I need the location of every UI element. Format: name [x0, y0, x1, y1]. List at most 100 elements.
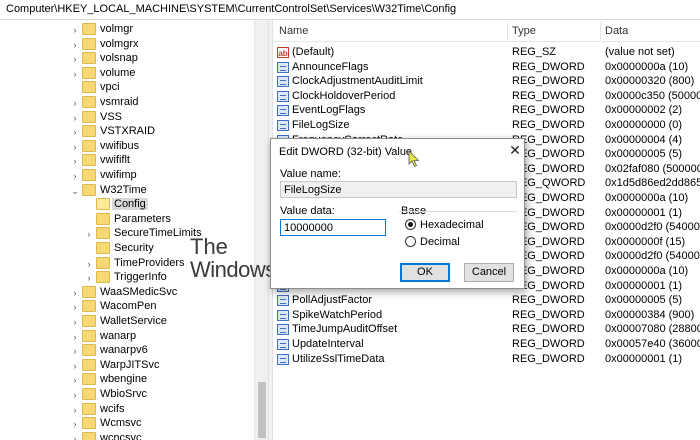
value-data: 0x00057e40 (360000) — [605, 338, 700, 350]
value-row[interactable]: ab (Default) REG_SZ (value not set) — [273, 45, 700, 60]
tree-item-label: vwifimp — [100, 169, 137, 181]
chevron-right-icon[interactable]: › — [70, 69, 80, 79]
value-type: REG_DWORD — [512, 89, 585, 102]
chevron-right-icon[interactable]: › — [70, 361, 80, 371]
tree-item-label: WaaSMedicSvc — [100, 285, 178, 298]
ok-button[interactable]: OK — [400, 263, 450, 282]
dword-value-icon — [277, 105, 289, 117]
folder-icon — [82, 154, 96, 167]
address-bar[interactable]: Computer\HKEY_LOCAL_MACHINE\SYSTEM\Curre… — [0, 0, 700, 20]
chevron-right-icon[interactable]: › — [84, 229, 94, 239]
folder-icon — [96, 242, 110, 254]
chevron-right-icon[interactable]: › — [70, 405, 80, 415]
hexadecimal-label[interactable]: Hexadecimal — [420, 219, 484, 231]
cancel-button[interactable]: Cancel — [464, 263, 514, 282]
hexadecimal-radio[interactable] — [405, 219, 416, 230]
chevron-right-icon[interactable]: › — [70, 127, 80, 137]
tree-item[interactable]: › wcncsvc — [0, 430, 254, 440]
column-divider[interactable] — [507, 22, 508, 40]
value-data: 0x0000c350 (50000) — [605, 89, 700, 102]
value-name: (Default) — [292, 46, 335, 58]
value-type: REG_DWORD — [512, 352, 585, 365]
chevron-down-icon[interactable]: ⌄ — [70, 186, 80, 196]
chevron-right-icon[interactable]: › — [84, 273, 94, 283]
value-row[interactable]: FileLogSize REG_DWORD 0x00000000 (0) — [273, 118, 700, 133]
chevron-right-icon[interactable]: › — [70, 434, 80, 440]
folder-icon — [82, 169, 96, 181]
value-data: 0x1d5d86ed2dd865a (1 — [605, 177, 700, 190]
list-header: Name Type Data — [273, 20, 700, 42]
value-data-input[interactable]: 10000000 — [280, 219, 386, 236]
chevron-right-icon[interactable]: › — [70, 25, 80, 35]
dword-value-icon — [277, 90, 289, 102]
folder-icon — [82, 388, 96, 400]
folder-icon — [82, 183, 96, 196]
chevron-right-icon[interactable]: › — [70, 346, 80, 356]
chevron-right-icon[interactable]: › — [70, 156, 80, 166]
tree-item-label: W32Time — [100, 183, 147, 196]
decimal-radio[interactable] — [405, 236, 416, 247]
chevron-right-icon[interactable]: › — [70, 419, 80, 429]
value-name: ClockHoldoverPeriod — [292, 89, 396, 102]
chevron-right-icon[interactable]: › — [70, 142, 80, 152]
dword-value-icon — [277, 339, 289, 350]
chevron-right-icon[interactable]: › — [70, 288, 80, 298]
tree-scrollbar[interactable] — [254, 20, 268, 440]
tree-item-label: wanarpv6 — [100, 344, 148, 357]
value-data: 0x00000005 (5) — [605, 148, 683, 161]
value-row[interactable]: UpdateInterval REG_DWORD 0x00057e40 (36000… — [273, 337, 700, 352]
chevron-right-icon[interactable]: › — [70, 390, 80, 400]
chevron-right-icon[interactable]: › — [70, 98, 80, 108]
chevron-right-icon[interactable]: › — [70, 171, 80, 181]
chevron-right-icon[interactable]: › — [70, 302, 80, 312]
value-data: 0x00000001 (1) — [605, 279, 683, 292]
chevron-right-icon[interactable]: › — [70, 40, 80, 50]
value-data: 0x0000000a (10) — [605, 265, 689, 277]
value-data: 0x00000001 (1) — [605, 206, 683, 219]
value-row[interactable]: ClockHoldoverPeriod REG_DWORD 0x0000c350 (… — [273, 89, 700, 104]
value-row[interactable]: EventLogFlags REG_DWORD 0x00000002 (2) — [273, 103, 700, 118]
tree-item-label: vpci — [100, 81, 120, 94]
decimal-label[interactable]: Decimal — [420, 236, 460, 248]
tree-item-label: WacomPen — [100, 300, 157, 313]
value-data: 0x00000001 (1) — [605, 352, 683, 365]
chevron-right-icon[interactable] — [84, 215, 94, 225]
tree-item-label: wcifs — [100, 402, 125, 415]
value-type: REG_DWORD — [512, 104, 585, 117]
chevron-right-icon[interactable]: › — [84, 259, 94, 269]
column-header-type[interactable]: Type — [512, 25, 536, 37]
chevron-right-icon[interactable] — [84, 200, 94, 210]
value-type: REG_DWORD — [512, 338, 585, 350]
folder-icon — [82, 329, 96, 342]
value-row[interactable]: ClockAdjustmentAuditLimit REG_DWORD 0x0000… — [273, 74, 700, 89]
value-data: 0x0000000a (10) — [605, 60, 689, 73]
chevron-right-icon[interactable]: › — [70, 317, 80, 327]
value-row[interactable]: AnnounceFlags REG_DWORD 0x0000000a (10) — [273, 60, 700, 75]
column-header-name[interactable]: Name — [279, 25, 308, 37]
value-data: 0x00000005 (5) — [605, 294, 683, 307]
value-data: 0x00007080 (28800) — [605, 323, 700, 336]
value-row[interactable]: PollAdjustFactor REG_DWORD 0x00000005 (5) — [273, 293, 700, 308]
dword-value-icon — [277, 295, 289, 307]
chevron-right-icon[interactable]: › — [70, 113, 80, 123]
folder-icon — [82, 431, 96, 440]
column-header-data[interactable]: Data — [605, 25, 628, 37]
value-row[interactable]: SpikeWatchPeriod REG_DWORD 0x00000384 (900… — [273, 308, 700, 323]
value-row[interactable]: TimeJumpAuditOffset REG_DWORD 0x00007080 (… — [273, 322, 700, 337]
value-data: 0x02faf080 (50000000) — [605, 162, 700, 175]
column-divider[interactable] — [600, 22, 601, 40]
folder-icon — [82, 417, 96, 430]
folder-icon — [82, 81, 96, 94]
tree-item-label: wbengine — [100, 373, 148, 386]
close-icon[interactable]: ✕ — [507, 141, 523, 159]
chevron-right-icon[interactable] — [84, 244, 94, 254]
tree-scrollbar-thumb[interactable] — [258, 382, 266, 438]
dword-value-icon — [277, 76, 289, 88]
tree-item-label: WalletService — [100, 315, 167, 327]
chevron-right-icon[interactable]: › — [70, 375, 80, 385]
chevron-right-icon[interactable]: › — [70, 332, 80, 342]
chevron-right-icon[interactable] — [70, 83, 80, 93]
tree-item-label: volsnap — [100, 52, 138, 65]
value-row[interactable]: UtilizeSslTimeData REG_DWORD 0x00000001 (1… — [273, 352, 700, 367]
chevron-right-icon[interactable]: › — [70, 54, 80, 64]
